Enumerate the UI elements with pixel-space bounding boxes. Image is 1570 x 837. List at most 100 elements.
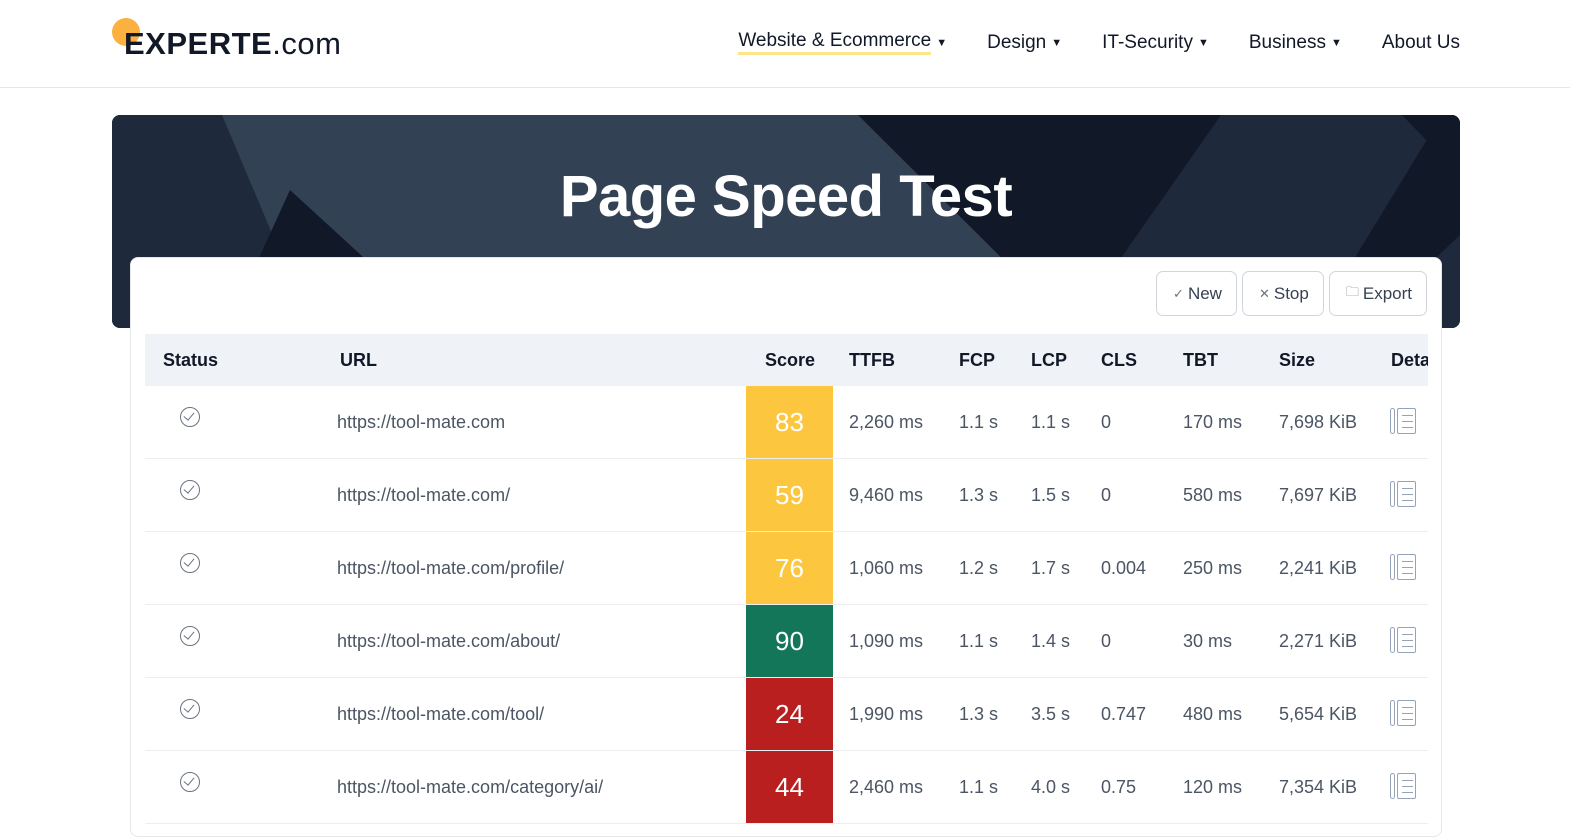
new-button[interactable]: ✓ New <box>1156 271 1237 316</box>
checklist-icon <box>1390 408 1416 434</box>
size-cell: 2,271 KiB <box>1279 630 1358 651</box>
status-cell <box>180 678 200 750</box>
nav-label: Website & Ecommerce <box>738 30 932 55</box>
size-cell: 7,697 KiB <box>1279 484 1358 505</box>
status-cell <box>180 459 200 531</box>
cls-cell: 0 <box>1101 484 1112 505</box>
score-badge: 24 <box>746 678 833 750</box>
logo-brand: EXPERTE <box>124 26 273 61</box>
logo-tld: .com <box>272 26 342 61</box>
tbt-cell: 30 ms <box>1183 630 1233 651</box>
caret-down-icon: ▼ <box>1330 36 1342 49</box>
toolbar: ✓ New ✕ Stop 🗀 Export <box>1156 271 1427 316</box>
column-header-score[interactable]: Score <box>765 334 815 386</box>
lcp-cell: 4.0 s <box>1031 776 1071 797</box>
details-button[interactable] <box>1390 605 1416 677</box>
url-cell[interactable]: https://tool-mate.com/about/ <box>337 605 560 677</box>
size-cell: 5,654 KiB <box>1279 703 1358 724</box>
stop-label: Stop <box>1273 283 1309 303</box>
nav-label: Business <box>1248 31 1326 53</box>
check-circle-icon <box>180 699 200 719</box>
url-cell[interactable]: https://tool-mate.com/profile/ <box>337 532 564 604</box>
tbt-cell: 250 ms <box>1183 557 1243 578</box>
lcp-cell: 1.5 s <box>1031 484 1071 505</box>
column-header-tbt[interactable]: TBT <box>1183 334 1218 386</box>
folder-icon: 🗀 <box>1345 283 1359 299</box>
check-circle-icon <box>180 553 200 573</box>
cls-cell: 0 <box>1101 630 1112 651</box>
column-header-url[interactable]: URL <box>340 334 377 386</box>
status-cell <box>180 532 200 604</box>
results-card: ✓ New ✕ Stop 🗀 Export Status URL Score TTFB FCP… <box>130 257 1442 837</box>
tbt-cell: 480 ms <box>1183 703 1243 724</box>
url-cell[interactable]: https://tool-mate.com <box>337 386 505 458</box>
size-cell: 2,241 KiB <box>1279 557 1358 578</box>
nav-label: Design <box>987 31 1047 53</box>
table-header: Status URL Score TTFB FCP LCP CLS TBT Size Detail… <box>145 334 1428 386</box>
caret-down-icon: ▼ <box>936 36 948 49</box>
column-header-size[interactable]: Size <box>1279 334 1315 386</box>
fcp-cell: 1.3 s <box>959 703 999 724</box>
score-badge: 44 <box>746 751 833 823</box>
ttfb-cell: 1,090 ms <box>849 630 924 651</box>
nav-item-website-ecommerce[interactable]: Website & Ecommerce ▼ <box>738 30 947 55</box>
lcp-cell: 3.5 s <box>1031 703 1071 724</box>
check-circle-icon <box>180 480 200 500</box>
column-header-fcp[interactable]: FCP <box>959 334 995 386</box>
lcp-cell: 1.7 s <box>1031 557 1071 578</box>
score-badge: 59 <box>746 459 833 531</box>
table-row: https://tool-mate.com 83 2,260 ms 1.1 s 1.1 … <box>145 386 1428 459</box>
url-cell[interactable]: https://tool-mate.com/tool/ <box>337 678 544 750</box>
url-cell[interactable]: https://tool-mate.com/ <box>337 459 510 531</box>
column-header-status[interactable]: Status <box>163 334 218 386</box>
close-icon: ✕ <box>1258 285 1270 301</box>
tbt-cell: 580 ms <box>1183 484 1243 505</box>
checklist-icon <box>1390 554 1416 580</box>
nav-item-design[interactable]: Design ▼ <box>987 30 1062 55</box>
fcp-cell: 1.1 s <box>959 411 999 432</box>
check-circle-icon <box>180 407 200 427</box>
details-button[interactable] <box>1390 532 1416 604</box>
cls-cell: 0.747 <box>1101 703 1147 724</box>
table-row: https://tool-mate.com/about/90 1,090 ms 1.… <box>145 605 1428 678</box>
ttfb-cell: 2,460 ms <box>849 776 924 797</box>
ttfb-cell: 2,260 ms <box>849 411 924 432</box>
table-row: https://tool-mate.com/profile/76 1,060 ms… <box>145 532 1428 605</box>
fcp-cell: 1.3 s <box>959 484 999 505</box>
check-circle-icon <box>180 626 200 646</box>
nav-item-it-security[interactable]: IT-Security ▼ <box>1102 30 1209 55</box>
column-header-cls[interactable]: CLS <box>1101 334 1137 386</box>
table-row: https://tool-mate.com/59 9,460 ms 1.3 s 1.5… <box>145 459 1428 532</box>
checklist-icon <box>1390 481 1416 507</box>
tbt-cell: 120 ms <box>1183 776 1243 797</box>
details-button[interactable] <box>1390 386 1416 458</box>
details-button[interactable] <box>1390 751 1416 823</box>
nav-label: IT-Security <box>1102 31 1193 53</box>
cls-cell: 0 <box>1101 411 1112 432</box>
nav-item-business[interactable]: Business ▼ <box>1249 30 1342 55</box>
cls-cell: 0.75 <box>1101 776 1137 797</box>
status-cell <box>180 605 200 677</box>
size-cell: 7,354 KiB <box>1279 776 1358 797</box>
details-button[interactable] <box>1390 678 1416 750</box>
stop-button[interactable]: ✕ Stop <box>1241 271 1324 316</box>
table-row: https://tool-mate.com/tool/24 1,990 ms 1.3… <box>145 678 1428 751</box>
column-header-details[interactable]: Details <box>1391 334 1428 386</box>
check-icon: ✓ <box>1173 285 1184 301</box>
nav-item-about-us[interactable]: About Us <box>1382 30 1460 55</box>
status-cell <box>180 386 200 458</box>
nav-label: About Us <box>1381 31 1460 53</box>
ttfb-cell: 1,060 ms <box>849 557 924 578</box>
column-header-lcp[interactable]: LCP <box>1031 334 1067 386</box>
new-label: New <box>1187 283 1222 303</box>
size-cell: 7,698 KiB <box>1279 411 1358 432</box>
url-cell[interactable]: https://tool-mate.com/category/ai/ <box>337 751 603 823</box>
export-button[interactable]: 🗀 Export <box>1328 271 1427 316</box>
score-badge: 83 <box>746 386 833 458</box>
details-button[interactable] <box>1390 459 1416 531</box>
check-circle-icon <box>180 772 200 792</box>
lcp-cell: 1.4 s <box>1031 630 1071 651</box>
lcp-cell: 1.1 s <box>1031 411 1071 432</box>
export-label: Export <box>1362 283 1412 303</box>
column-header-ttfb[interactable]: TTFB <box>849 334 895 386</box>
